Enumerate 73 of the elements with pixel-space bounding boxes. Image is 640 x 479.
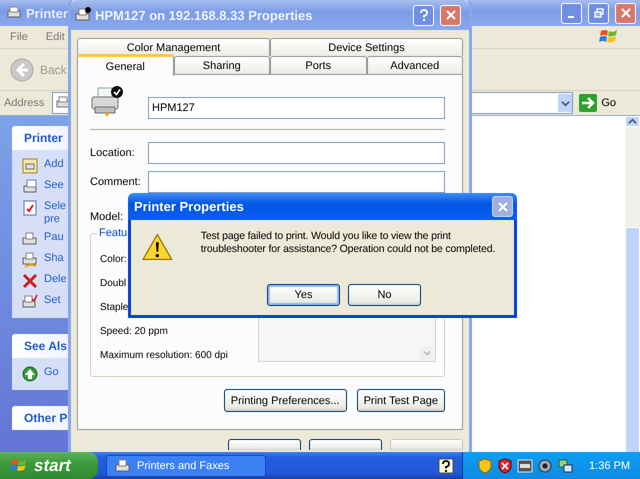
feature-text: Maximum resolution: 600 dpi <box>100 349 228 363</box>
minimize-icon <box>568 16 574 18</box>
field-label: Model: <box>90 211 124 223</box>
task-link[interactable]: Add <box>44 158 64 171</box>
minimize-button[interactable] <box>561 2 582 24</box>
dialog-button[interactable]: Printing Preferences... <box>224 389 347 412</box>
dialog-button[interactable]: Yes <box>267 284 340 306</box>
dialog-button[interactable]: Print Test Page <box>356 389 445 412</box>
task-link[interactable]: See <box>44 179 64 192</box>
restore-icon <box>594 8 604 18</box>
go-button[interactable]: Go <box>577 94 636 112</box>
tab[interactable]: Advanced <box>366 56 463 74</box>
task-link[interactable]: Go <box>44 366 59 379</box>
tab[interactable]: General <box>77 54 174 76</box>
help-button[interactable] <box>413 4 434 26</box>
dialog-button[interactable] <box>228 439 301 450</box>
document-check-icon <box>22 200 38 216</box>
back-button[interactable]: Back <box>8 56 69 84</box>
tab[interactable]: Sharing <box>174 56 270 74</box>
globe-icon <box>22 366 38 382</box>
dialog-button[interactable] <box>309 439 382 450</box>
menu-item[interactable]: File <box>10 31 28 43</box>
speaker-icon[interactable] <box>537 458 554 474</box>
text-field[interactable] <box>148 171 445 193</box>
group-legend: Featu <box>97 227 130 239</box>
printer-icon <box>90 85 124 119</box>
clock: 1:36 PM <box>589 460 630 472</box>
scroll-down-icon <box>420 346 434 360</box>
scroll-up-icon[interactable] <box>628 117 637 126</box>
tab[interactable]: Color Management <box>77 38 270 56</box>
field-label: Comment: <box>90 176 142 188</box>
vm-icon[interactable] <box>517 458 534 474</box>
taskbar-button[interactable]: Printers and Faxes <box>106 454 266 476</box>
warning-icon <box>142 232 173 262</box>
close-icon <box>446 10 456 20</box>
close-icon <box>498 202 508 212</box>
shield-icon[interactable] <box>497 458 514 474</box>
text-field[interactable] <box>148 142 445 164</box>
task-link[interactable]: Dele <box>44 273 67 286</box>
message-text: Test page failed to print. Would you like to view the print troubleshooter for assistance? Operation could not be completed. <box>200 230 496 256</box>
task-link[interactable]: Pau <box>44 231 64 244</box>
printer-icon <box>22 231 38 247</box>
vertical-scrollbar[interactable] <box>625 116 640 452</box>
task-link[interactable]: Set <box>44 294 61 307</box>
tab[interactable]: Device Settings <box>270 38 463 56</box>
printer-icon <box>115 458 131 474</box>
window-title: Printer <box>26 6 68 20</box>
task-link[interactable]: Sha <box>44 252 64 265</box>
close-icon <box>620 8 630 18</box>
delete-icon <box>22 273 38 289</box>
printer-icon <box>22 179 38 195</box>
field-label: Location: <box>90 147 136 159</box>
right-arrow-icon <box>579 94 598 112</box>
printer-icon <box>75 7 91 23</box>
help-icon[interactable] <box>438 458 454 474</box>
shared-printer-icon <box>22 252 38 268</box>
feature-text: Doubl <box>100 277 128 291</box>
dialog-button[interactable]: No <box>348 284 421 306</box>
start-button[interactable]: start <box>0 452 98 479</box>
dialog-title: Printer Properties <box>134 199 244 214</box>
task-link[interactable]: Sele pre <box>44 200 66 226</box>
printer-check-icon <box>22 294 38 310</box>
feature-text: Speed: 20 ppm <box>100 325 169 339</box>
menu-item[interactable]: Edit <box>46 31 65 43</box>
tab[interactable]: Ports <box>270 56 366 74</box>
restore-button[interactable] <box>588 2 609 24</box>
address-label: Address <box>4 97 46 109</box>
add-printer-icon <box>22 158 38 174</box>
printer-name-field[interactable]: HPM127 <box>148 97 445 119</box>
feature-text: Staple <box>100 301 130 315</box>
question-mark-icon <box>418 9 428 21</box>
dialog-title: HPM127 on 192.168.8.33 Properties <box>95 8 313 22</box>
network-icon[interactable] <box>557 458 574 474</box>
